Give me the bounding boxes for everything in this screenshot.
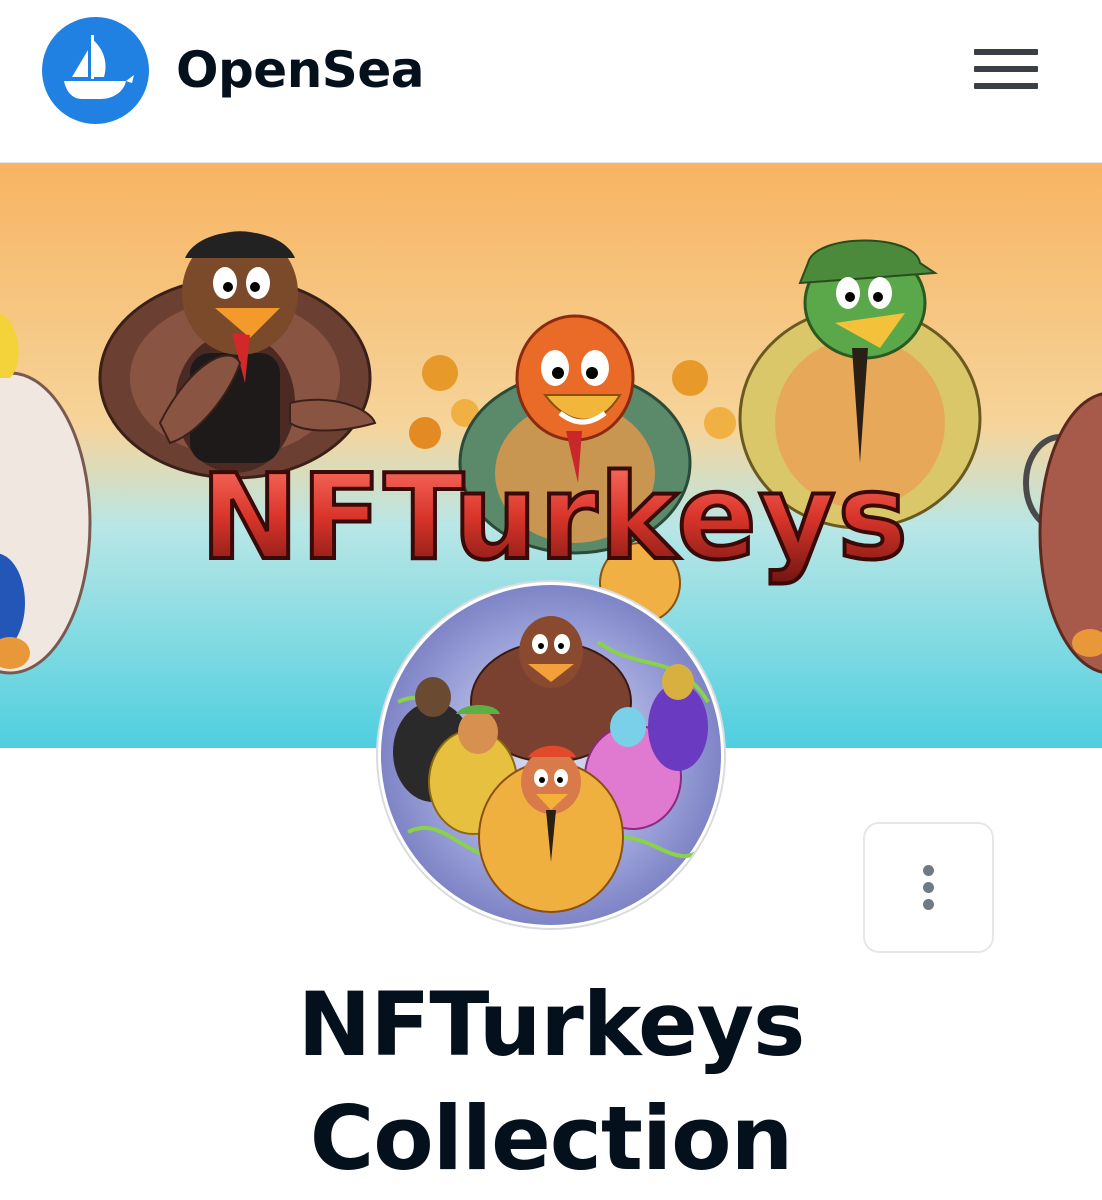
vertical-ellipsis-icon (923, 865, 934, 876)
more-options-button[interactable] (863, 822, 994, 953)
menu-bar (974, 49, 1038, 55)
collection-title-line2: Collection (309, 1087, 794, 1190)
vertical-ellipsis-icon (923, 899, 934, 910)
menu-bar (974, 66, 1038, 72)
collection-avatar[interactable] (378, 582, 724, 928)
opensea-ship-icon (42, 16, 149, 124)
collection-title: NFTurkeys Collection (0, 968, 1102, 1196)
top-header: OpenSea (0, 0, 1102, 163)
brand-name: OpenSea (176, 41, 424, 99)
hamburger-menu-icon[interactable] (964, 34, 1048, 104)
vertical-ellipsis-icon (923, 882, 934, 893)
banner-title-text: NFTurkeys (200, 448, 910, 586)
menu-bar (974, 83, 1038, 89)
opensea-home-link[interactable]: OpenSea (42, 16, 424, 124)
collection-title-line1: NFTurkeys (297, 973, 806, 1076)
